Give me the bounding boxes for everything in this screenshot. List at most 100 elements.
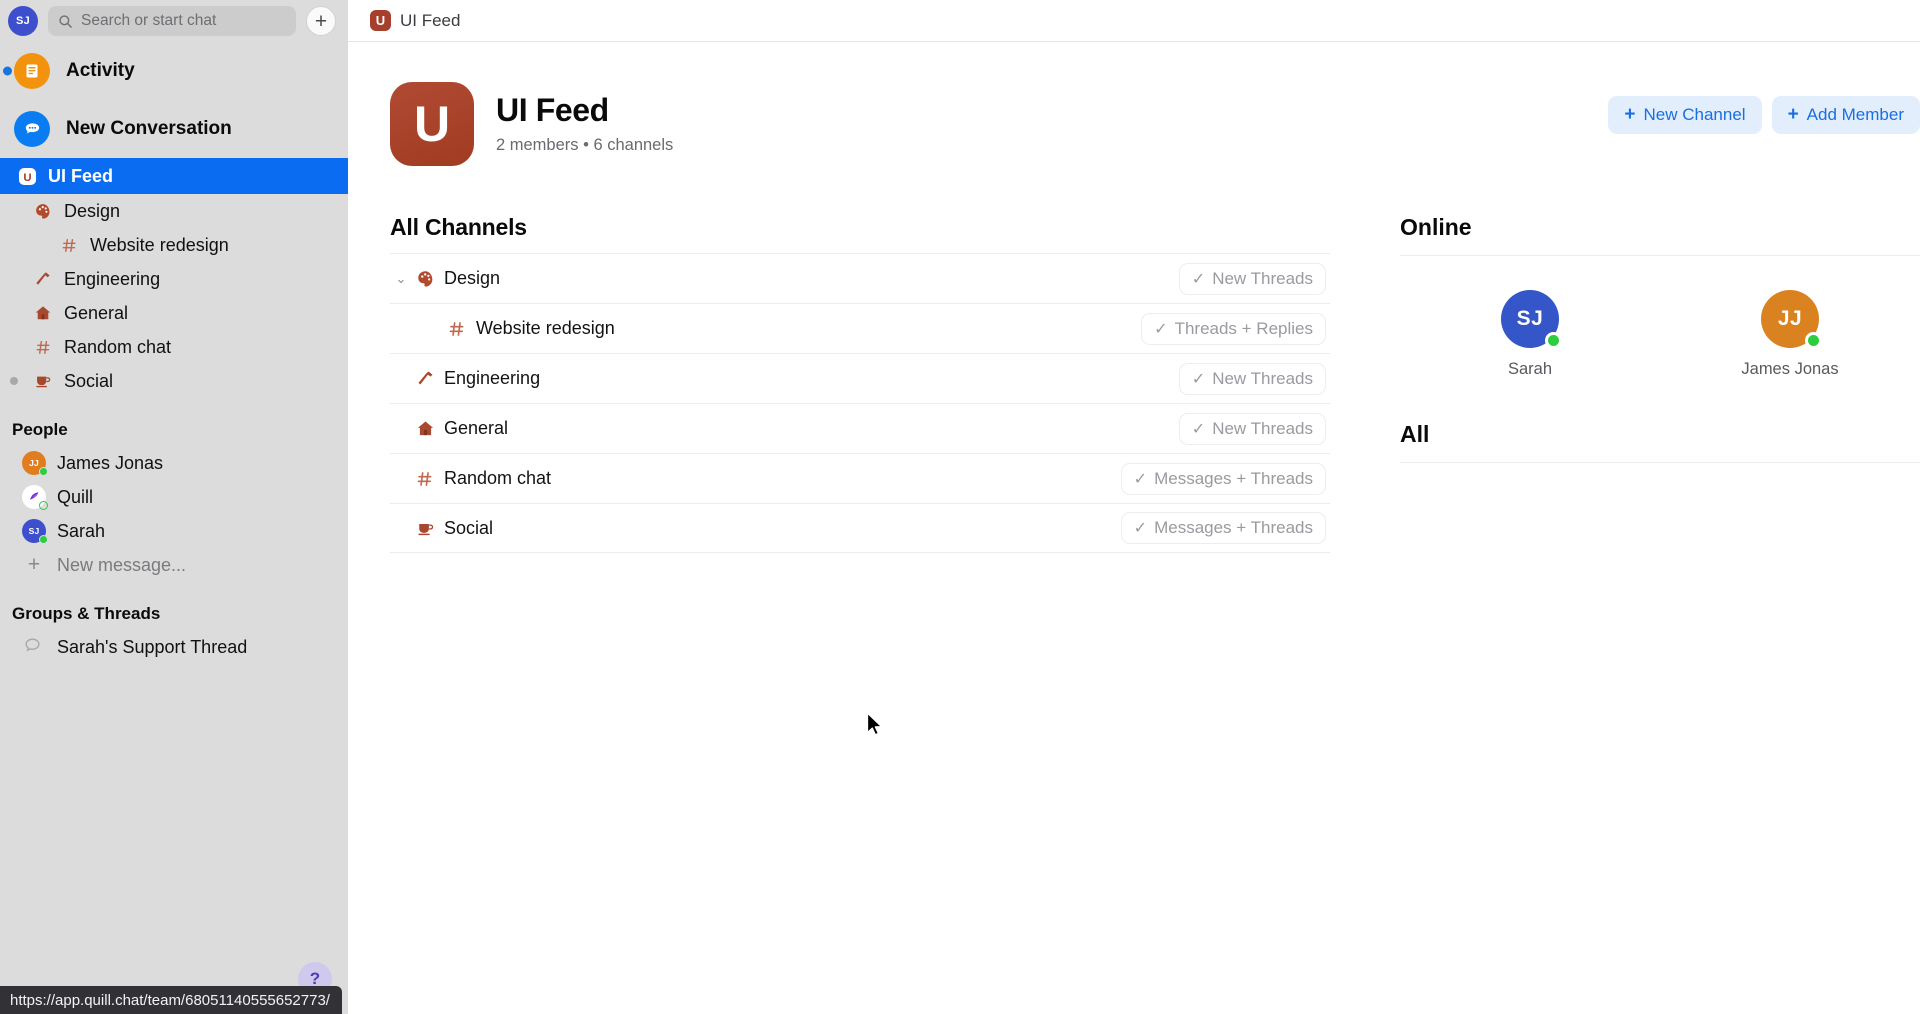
new-channel-button[interactable]: + New Channel [1608, 96, 1762, 134]
coffee-icon [32, 372, 54, 390]
plus-icon: + [27, 553, 41, 576]
hammer-icon [412, 369, 438, 388]
sidebar-person-sarah[interactable]: SJ Sarah [0, 514, 348, 548]
check-icon: ✓ [1191, 270, 1206, 288]
palette-icon [32, 202, 54, 220]
status-bar-url: https://app.quill.chat/team/680511405556… [0, 986, 342, 1014]
page-title: UI Feed [496, 92, 609, 128]
channel-row-design[interactable]: ⌄ Design ✓ New Threads [390, 253, 1330, 303]
channel-row-engineering[interactable]: Engineering ✓ New Threads [390, 353, 1330, 403]
channel-row-social[interactable]: Social ✓ Messages + Threads [390, 503, 1330, 553]
status-badge-label: Messages + Threads [1154, 468, 1313, 488]
sidebar-item-new-conversation[interactable]: New Conversation [0, 100, 348, 158]
sidebar-person-quill[interactable]: Quill [0, 480, 348, 514]
sidebar-item-ui-feed[interactable]: U UI Feed [0, 158, 348, 194]
new-channel-label: New Channel [1643, 105, 1746, 124]
sidebar-thread-label: Sarah's Support Thread [57, 636, 248, 657]
channel-row-random-chat[interactable]: Random chat ✓ Messages + Threads [390, 453, 1330, 503]
member-card-james-jonas[interactable]: JJ James Jonas [1660, 290, 1920, 379]
hash-icon [412, 470, 438, 488]
all-members-title: All [1400, 421, 1430, 447]
hash-icon [58, 237, 80, 254]
avatar: JJ [22, 451, 48, 476]
sidebar-item-label: Website redesign [90, 234, 229, 255]
workspace-badge: U [370, 10, 391, 31]
team-meta: 2 members • 6 channels [496, 136, 674, 154]
sidebar-person-label: James Jonas [57, 452, 164, 473]
header-actions: + New Channel + Add Member [1608, 82, 1920, 134]
avatar: JJ [1761, 290, 1822, 349]
search-placeholder: Search or start chat [81, 12, 217, 29]
new-message-button[interactable]: + New message... [0, 548, 348, 582]
status-badge[interactable]: ✓ Messages + Threads [1120, 512, 1326, 544]
house-icon [412, 419, 438, 438]
channel-row-website-redesign[interactable]: Website redesign ✓ Threads + Replies [390, 303, 1330, 353]
sidebar: SJ Search or start chat + Activity New C… [0, 0, 348, 1014]
check-icon: ✓ [1133, 470, 1148, 488]
unread-dot [3, 66, 12, 76]
coffee-icon [412, 519, 438, 538]
check-icon: ✓ [1154, 320, 1168, 338]
sidebar-item-engineering[interactable]: Engineering [0, 262, 348, 296]
house-icon [32, 304, 54, 322]
status-badge[interactable]: ✓ Threads + Replies [1141, 312, 1326, 345]
sidebar-thread-sarahs-support-thread[interactable]: Sarah's Support Thread [0, 630, 348, 664]
team-logo: U [390, 82, 474, 166]
sidebar-item-general[interactable]: General [0, 296, 348, 330]
svg-text:U: U [23, 171, 31, 183]
chat-bubble-icon [14, 111, 50, 147]
status-badge [39, 467, 48, 476]
add-member-button[interactable]: + Add Member [1771, 96, 1920, 134]
search-input[interactable]: Search or start chat [48, 6, 296, 36]
status-badge[interactable]: ✓ New Threads [1178, 262, 1326, 295]
status-badge[interactable]: ✓ New Threads [1178, 412, 1326, 445]
new-chat-button[interactable]: + [306, 6, 336, 36]
all-channels-panel: All Channels ⌄ Design ✓ New Threads Webs… [370, 214, 1330, 553]
check-icon: ✓ [1133, 520, 1148, 537]
channel-name: Design [444, 268, 501, 288]
avatar [22, 485, 48, 510]
status-badge-label: New Threads [1212, 418, 1313, 438]
sidebar-item-label: Design [64, 200, 121, 221]
status-badge [1545, 332, 1562, 349]
check-icon: ✓ [1191, 370, 1206, 388]
sidebar-section-people: People [12, 420, 68, 439]
hash-icon [444, 320, 470, 338]
breadcrumb: UI Feed [400, 10, 461, 30]
sidebar-item-activity[interactable]: Activity [0, 42, 348, 100]
ui-feed-logo: U [16, 167, 38, 186]
all-channels-title: All Channels [390, 214, 527, 240]
sidebar-item-label: General [64, 302, 129, 323]
plus-icon: + [1624, 104, 1636, 125]
speech-bubble-icon [22, 635, 46, 659]
hammer-icon [32, 270, 54, 288]
sidebar-item-website-redesign[interactable]: Website redesign [0, 228, 348, 262]
sidebar-section-groups-threads: Groups & Threads [12, 604, 161, 623]
member-name: Sarah [1507, 360, 1553, 378]
palette-icon [412, 269, 438, 288]
channel-name: Social [444, 517, 494, 538]
top-bar: U UI Feed [348, 0, 1920, 42]
sidebar-person-label: Quill [57, 486, 94, 507]
status-badge [39, 535, 48, 544]
sidebar-item-label: Social [64, 370, 114, 391]
activity-icon [14, 53, 50, 89]
new-message-label: New message... [57, 554, 187, 575]
sidebar-item-design[interactable]: Design [0, 194, 348, 228]
status-badge[interactable]: ✓ New Threads [1178, 362, 1326, 395]
chevron-down-icon[interactable]: ⌄ [390, 271, 412, 287]
channel-name: Random chat [444, 468, 552, 488]
member-card-sarah[interactable]: SJ Sarah [1400, 290, 1660, 379]
channel-name: Engineering [444, 368, 541, 388]
status-badge-label: Threads + Replies [1174, 318, 1313, 338]
channel-row-general[interactable]: General ✓ New Threads [390, 403, 1330, 453]
sidebar-item-random-chat[interactable]: Random chat [0, 330, 348, 364]
avatar: SJ [1501, 290, 1562, 349]
add-member-label: Add Member [1806, 105, 1904, 124]
channel-name: Website redesign [476, 318, 615, 338]
sidebar-item-social[interactable]: Social [0, 364, 348, 398]
avatar[interactable]: SJ [8, 6, 38, 36]
status-badge[interactable]: ✓ Messages + Threads [1120, 462, 1326, 495]
sidebar-person-james-jonas[interactable]: JJ James Jonas [0, 446, 348, 480]
avatar: SJ [22, 519, 48, 544]
